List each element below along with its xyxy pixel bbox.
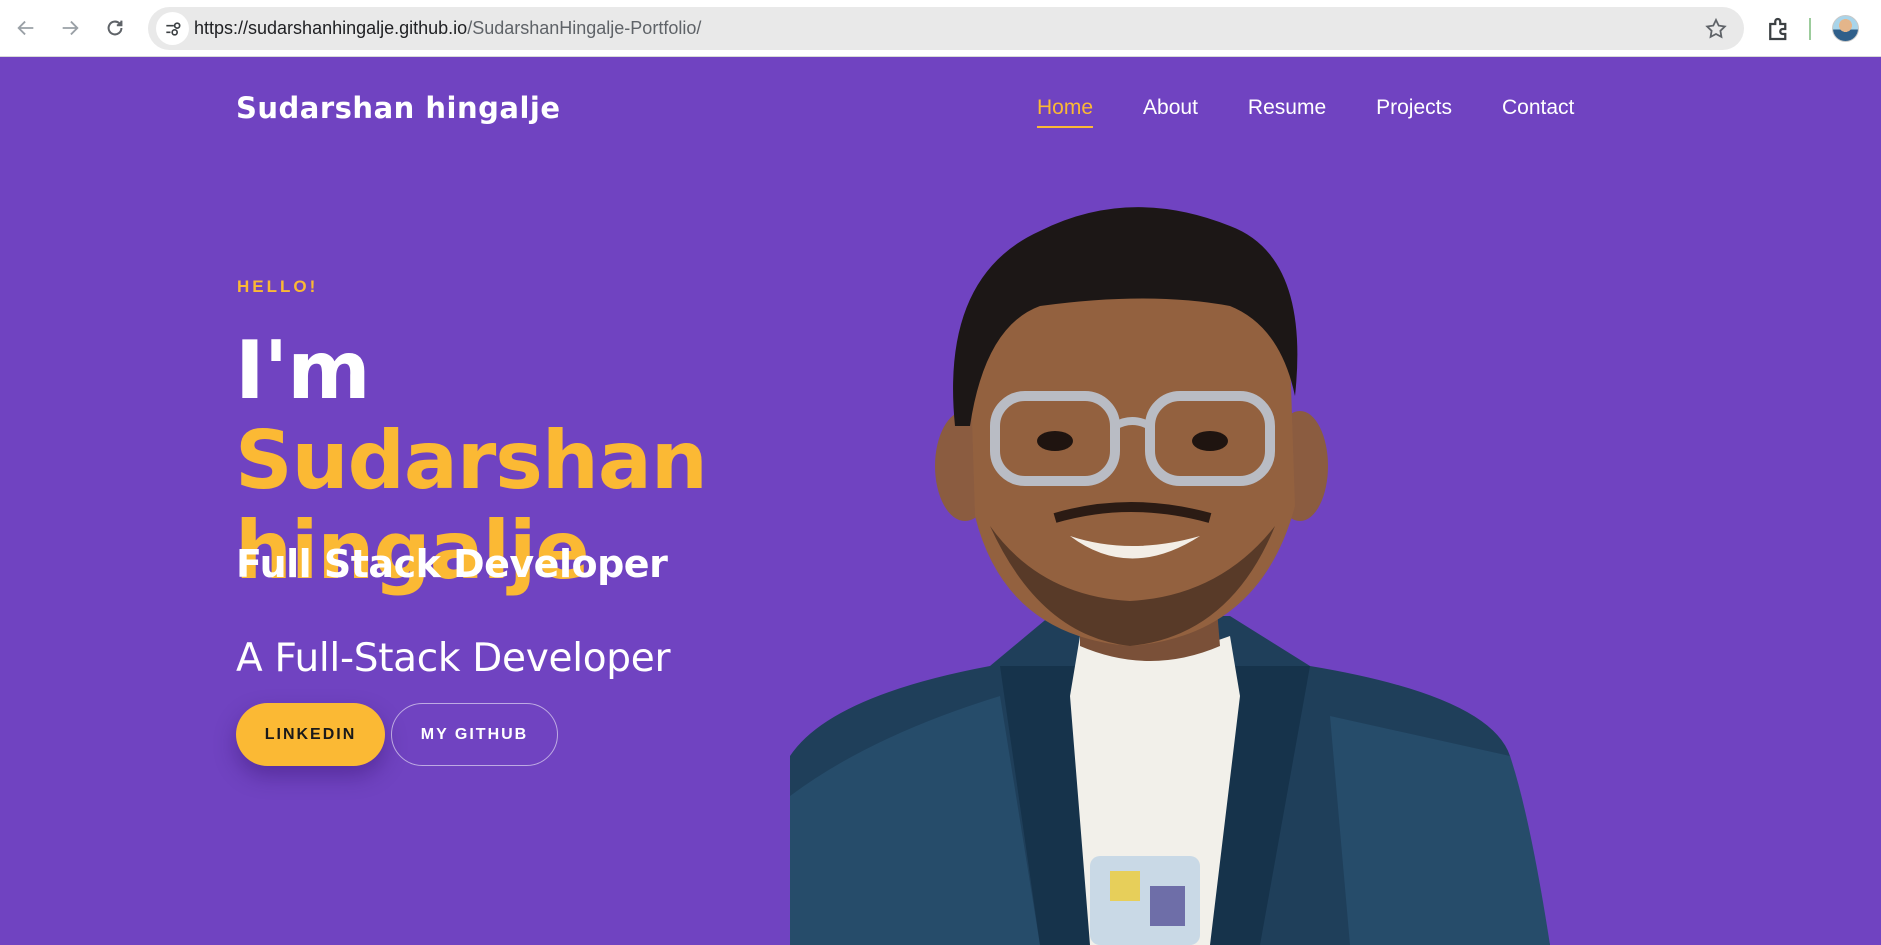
site-info-icon[interactable] (156, 12, 189, 45)
linkedin-button[interactable]: LINKEDIN (236, 703, 385, 766)
url-path: /SudarshanHingalje-Portfolio/ (467, 18, 702, 38)
nav-resume[interactable]: Resume (1248, 96, 1326, 128)
profile-avatar[interactable] (1832, 15, 1859, 42)
url-host: https://sudarshanhingalje.github.io (194, 18, 468, 38)
reload-icon[interactable] (97, 10, 133, 46)
nav-contact[interactable]: Contact (1502, 96, 1574, 128)
hero-tagline: A Full-Stack Developer (236, 636, 671, 681)
nav-projects[interactable]: Projects (1376, 96, 1452, 128)
github-button[interactable]: MY GITHUB (391, 703, 558, 766)
nav-home[interactable]: Home (1037, 96, 1094, 128)
back-arrow-icon[interactable] (8, 10, 44, 46)
brand-logo[interactable]: Sudarshan hingalje (236, 91, 561, 125)
hero-greeting: HELLO! (237, 277, 319, 296)
address-bar[interactable]: https://sudarshanhingalje.github.io/Suda… (148, 7, 1744, 50)
nav-about[interactable]: About (1143, 96, 1198, 128)
main-nav: Home About Resume Projects Contact (1037, 96, 1574, 128)
url-text[interactable]: https://sudarshanhingalje.github.io/Suda… (194, 18, 701, 39)
forward-arrow-icon[interactable] (52, 10, 88, 46)
extensions-icon[interactable] (1764, 14, 1794, 44)
profile-photo (790, 207, 1550, 945)
hero-role: Full Stack Developer (236, 542, 668, 586)
hero-section: Sudarshan hingalje Home About Resume Pro… (0, 58, 1881, 945)
browser-toolbar: https://sudarshanhingalje.github.io/Suda… (0, 0, 1881, 57)
bookmark-star-icon[interactable] (1704, 17, 1728, 41)
toolbar-divider (1809, 18, 1811, 40)
hero-intro: I'm (235, 324, 371, 417)
